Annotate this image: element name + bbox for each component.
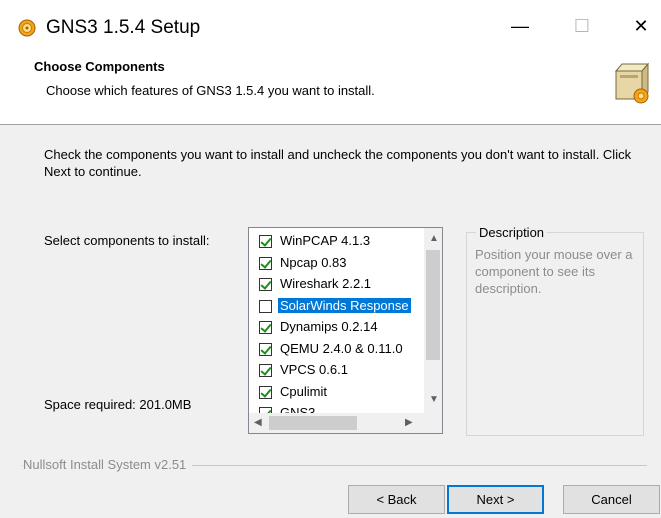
- component-label: Dynamips 0.2.14: [280, 319, 378, 334]
- scroll-down-icon[interactable]: ▼: [429, 394, 439, 405]
- cancel-button[interactable]: Cancel: [563, 485, 660, 514]
- space-required-label: Space required: 201.0MB: [44, 397, 192, 412]
- back-button[interactable]: < Back: [348, 485, 445, 514]
- component-item-cpulimit[interactable]: Cpulimit: [249, 383, 424, 405]
- component-item-vpcs[interactable]: VPCS 0.6.1: [249, 361, 424, 383]
- instructions-text: Check the components you want to install…: [44, 147, 632, 179]
- component-label: Npcap 0.83: [280, 254, 347, 270]
- vertical-scroll-thumb[interactable]: [426, 250, 440, 360]
- minimize-button[interactable]: —: [497, 8, 543, 44]
- installer-app-icon: [18, 19, 36, 37]
- component-label: QEMU 2.4.0 & 0.11.0: [280, 340, 403, 356]
- component-item-winpcap[interactable]: WinPCAP 4.1.3: [249, 232, 424, 254]
- component-checkbox[interactable]: [259, 256, 272, 270]
- description-legend: Description: [476, 225, 548, 240]
- components-list-items: WinPCAP 4.1.3 Npcap 0.83 Wireshark 2.2.1…: [249, 232, 424, 426]
- install-box-icon: [614, 62, 650, 104]
- component-item-qemu[interactable]: QEMU 2.4.0 & 0.11.0: [249, 340, 424, 362]
- component-checkbox[interactable]: [259, 385, 272, 399]
- component-checkbox[interactable]: [259, 342, 272, 356]
- components-list[interactable]: WinPCAP 4.1.3 Npcap 0.83 Wireshark 2.2.1…: [248, 227, 443, 434]
- component-label: SolarWinds Response: [278, 297, 411, 313]
- description-text: Position your mouse over a component to …: [475, 247, 633, 296]
- component-label: Cpulimit: [280, 383, 327, 399]
- scroll-up-icon[interactable]: ▲: [429, 233, 439, 244]
- component-checkbox[interactable]: [259, 364, 272, 377]
- maximize-button[interactable]: ☐: [559, 8, 605, 44]
- component-checkbox[interactable]: [259, 299, 272, 313]
- scroll-left-icon[interactable]: ◀: [254, 417, 262, 428]
- component-item-npcap[interactable]: Npcap 0.83: [249, 254, 424, 276]
- page-title: Choose Components: [34, 59, 165, 74]
- page-header: Choose Components Choose which features …: [0, 48, 661, 125]
- component-checkbox[interactable]: [259, 235, 272, 248]
- horizontal-scroll-thumb[interactable]: [269, 416, 357, 430]
- nsis-branding: Nullsoft Install System v2.51: [23, 457, 193, 472]
- window-title: GNS3 1.5.4 Setup: [46, 17, 201, 38]
- vertical-scrollbar[interactable]: ▲ ▼: [424, 228, 442, 413]
- select-components-label: Select components to install:: [44, 233, 210, 248]
- component-item-dynamips[interactable]: Dynamips 0.2.14: [249, 318, 424, 340]
- close-button[interactable]: ✕: [618, 8, 661, 44]
- component-checkbox[interactable]: [259, 321, 272, 334]
- page-subtitle: Choose which features of GNS3 1.5.4 you …: [46, 83, 375, 98]
- component-label: WinPCAP 4.1.3: [280, 233, 371, 248]
- component-label: Wireshark 2.2.1: [280, 276, 372, 291]
- horizontal-scrollbar[interactable]: ◀ ▶: [249, 413, 442, 433]
- next-button[interactable]: Next >: [447, 485, 544, 514]
- title-bar: GNS3 1.5.4 Setup — ☐ ✕: [0, 0, 661, 48]
- component-checkbox[interactable]: [259, 278, 272, 291]
- component-label: VPCS 0.6.1: [280, 362, 348, 377]
- component-item-wireshark[interactable]: Wireshark 2.2.1: [249, 275, 424, 297]
- scroll-right-icon[interactable]: ▶: [405, 417, 413, 428]
- component-item-solarwinds[interactable]: SolarWinds Response: [249, 297, 424, 319]
